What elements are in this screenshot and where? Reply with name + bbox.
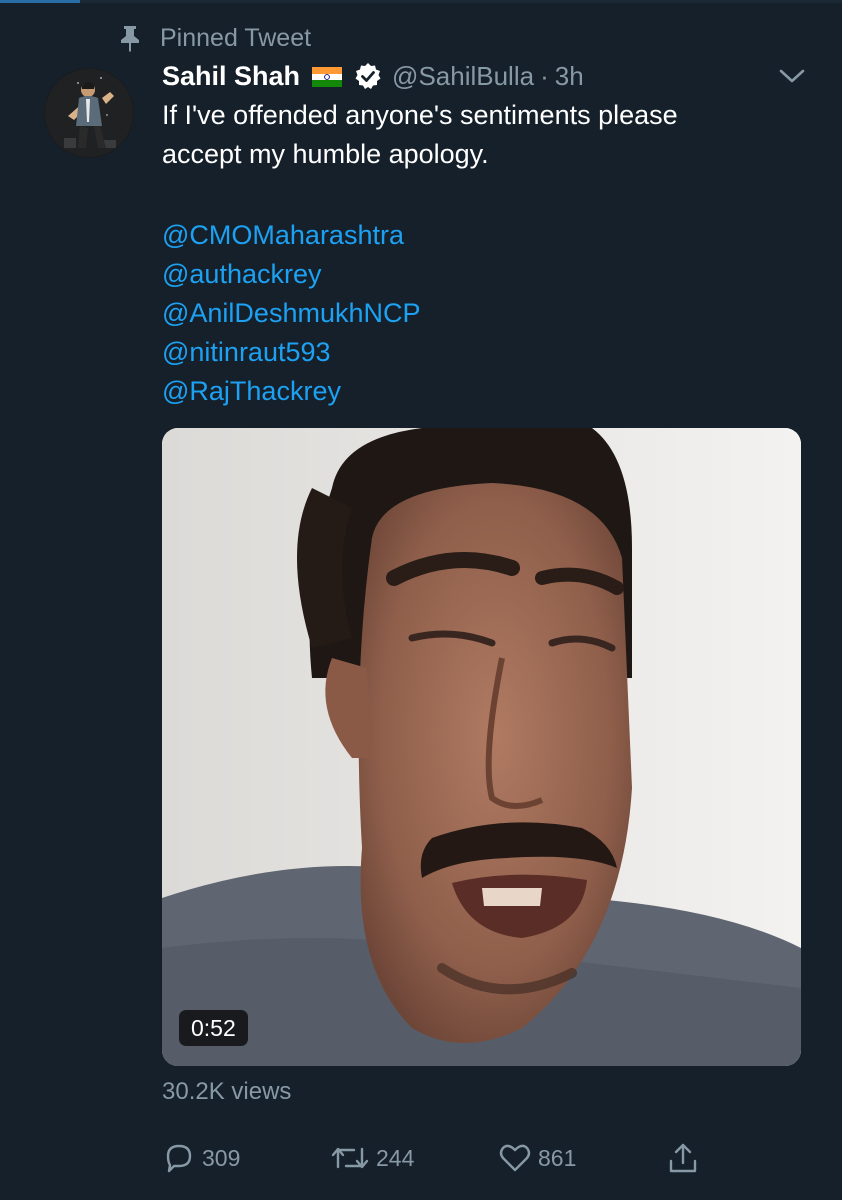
mention-link[interactable]: @nitinraut593 bbox=[162, 333, 421, 372]
like-count: 861 bbox=[538, 1144, 577, 1171]
tweet-body: If I've offended anyone's sentiments ple… bbox=[162, 96, 802, 174]
pinned-tweet-text: Pinned Tweet bbox=[160, 23, 312, 52]
video-duration-badge: 0:52 bbox=[179, 1010, 248, 1046]
retweet-button[interactable]: 244 bbox=[330, 1138, 414, 1178]
verified-badge-icon bbox=[354, 62, 382, 90]
tweet-text-line: If I've offended anyone's sentiments ple… bbox=[162, 100, 678, 130]
heart-icon bbox=[499, 1144, 531, 1172]
retweet-count: 244 bbox=[376, 1144, 415, 1171]
reply-bubble-icon bbox=[166, 1144, 192, 1173]
tweet-actions: 309 244 861 bbox=[162, 1138, 722, 1178]
reply-count: 309 bbox=[202, 1144, 241, 1171]
view-count: 30.2K views bbox=[162, 1078, 292, 1105]
pin-icon bbox=[117, 24, 143, 52]
tweet-header: Sahil Shah @SahilBulla · 3h bbox=[162, 56, 822, 96]
display-name[interactable]: Sahil Shah bbox=[162, 61, 300, 92]
chevron-down-icon[interactable] bbox=[778, 65, 806, 87]
reply-button[interactable]: 309 bbox=[162, 1138, 240, 1178]
tweet-text-line: accept my humble apology. bbox=[162, 139, 489, 169]
user-handle[interactable]: @SahilBulla bbox=[392, 61, 534, 92]
india-flag-icon bbox=[312, 67, 343, 87]
mention-link[interactable]: @authackrey bbox=[162, 255, 421, 294]
header-separator: · bbox=[540, 60, 549, 91]
retweet-icon bbox=[331, 1147, 369, 1169]
mention-link[interactable]: @CMOMaharashtra bbox=[162, 216, 421, 255]
share-upload-icon bbox=[669, 1143, 697, 1173]
mention-link[interactable]: @RajThackrey bbox=[162, 372, 421, 411]
mention-list: @CMOMaharashtra @authackrey @AnilDeshmuk… bbox=[162, 216, 421, 411]
video-player[interactable] bbox=[162, 428, 801, 1066]
pinned-tweet-label-row: Pinned Tweet bbox=[117, 22, 311, 54]
tweet-timestamp[interactable]: 3h bbox=[555, 61, 584, 92]
share-button[interactable] bbox=[666, 1138, 706, 1178]
like-button[interactable]: 861 bbox=[498, 1138, 576, 1178]
video-frame bbox=[162, 428, 801, 1066]
top-divider bbox=[0, 0, 842, 3]
avatar[interactable] bbox=[44, 68, 134, 158]
top-divider-accent bbox=[0, 0, 80, 3]
mention-link[interactable]: @AnilDeshmukhNCP bbox=[162, 294, 421, 333]
